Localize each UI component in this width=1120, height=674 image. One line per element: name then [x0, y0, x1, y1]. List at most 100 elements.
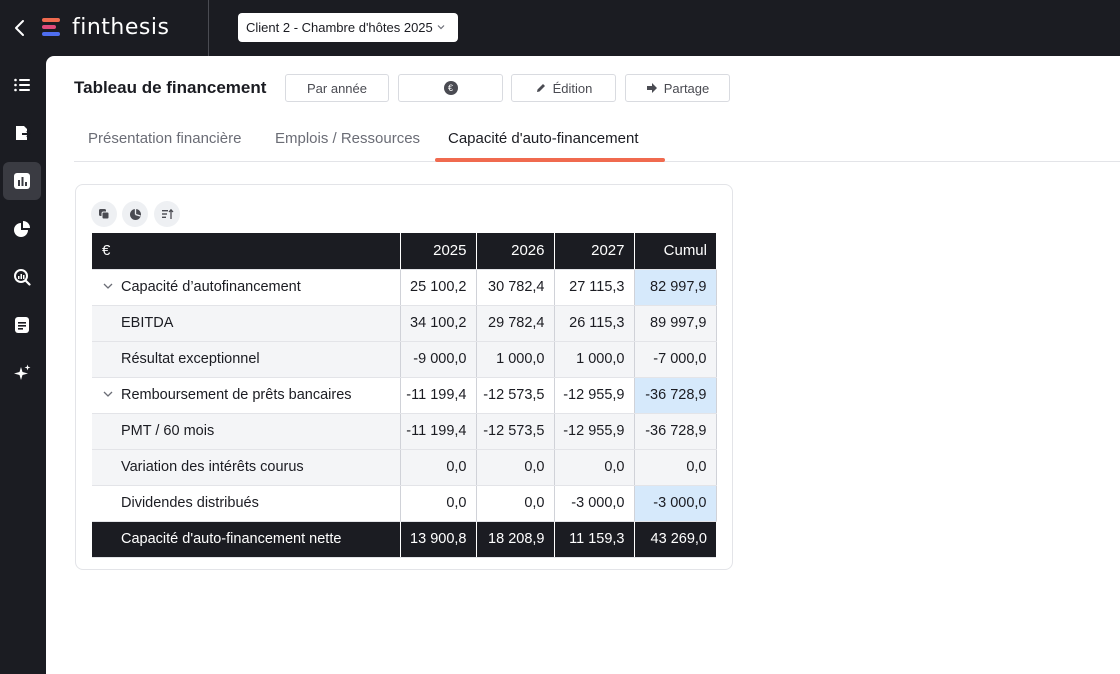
tab-presentation-financiere[interactable]: Présentation financière: [88, 130, 241, 147]
table-cell: 0,0: [476, 449, 555, 486]
table-cell: 34 100,2: [400, 305, 477, 342]
bar-chart-icon: [14, 173, 30, 189]
table-cell-cumul: 0,0: [634, 449, 717, 486]
sidebar-item-export[interactable]: [3, 114, 41, 152]
header-2026[interactable]: 2026: [476, 233, 555, 270]
sparkle-icon: [14, 364, 31, 380]
edit-button[interactable]: Édition: [511, 74, 616, 102]
pie-chart-icon: [14, 221, 30, 237]
pie-chart-icon: [129, 208, 141, 220]
table-total-row: Capacité d'auto-financement nette 13 900…: [92, 521, 716, 558]
table-cell-cumul: -36 728,9: [634, 413, 717, 450]
header-2025[interactable]: 2025: [400, 233, 477, 270]
app-name: finthesis: [72, 15, 170, 40]
header-2027[interactable]: 2027: [554, 233, 635, 270]
table-cell: 1 000,0: [476, 341, 555, 378]
table-cell: 27 115,3: [554, 269, 635, 306]
table-cell: 18 208,9: [476, 521, 555, 558]
active-tab-indicator: [435, 158, 665, 162]
chevron-down-icon[interactable]: [102, 388, 114, 400]
edit-label: Édition: [552, 80, 593, 96]
financing-table: € 2025 2026 2027 Cumul Capacité d’autofi…: [92, 233, 717, 558]
logo-icon: [42, 17, 62, 39]
tab-bar: Présentation financière Emplois / Ressou…: [74, 118, 1120, 162]
table-cell: 1 000,0: [554, 341, 635, 378]
table-cell: 0,0: [554, 449, 635, 486]
main-panel: Tableau de financement Par année € Éditi…: [46, 56, 1120, 674]
table-row: Résultat exceptionnel -9 000,0 1 000,0 1…: [92, 341, 717, 378]
share-button[interactable]: Partage: [625, 74, 730, 102]
back-arrow-icon[interactable]: [10, 17, 30, 39]
share-icon: [646, 83, 657, 93]
table-cell: -12 955,9: [554, 413, 635, 450]
currency-button[interactable]: €: [398, 74, 503, 102]
header-currency: €: [92, 233, 401, 270]
pencil-icon: [536, 84, 545, 92]
page-title: Tableau de financement: [74, 78, 267, 97]
table-row: Remboursement de prêts bancaires -11 199…: [92, 377, 717, 414]
table-cell: 25 100,2: [400, 269, 477, 306]
table-cell-cumul: -7 000,0: [634, 341, 717, 378]
table-cell: 0,0: [400, 449, 477, 486]
document-icon: [15, 317, 29, 333]
client-select[interactable]: Client 2 - Chambre d'hôtes 2025: [238, 13, 458, 42]
table-cell: 29 782,4: [476, 305, 555, 342]
sort-button[interactable]: [154, 201, 180, 227]
row-label: EBITDA: [92, 305, 401, 342]
table-cell: -3 000,0: [554, 485, 635, 522]
top-bar: finthesis Client 2 - Chambre d'hôtes 202…: [0, 0, 1120, 56]
copy-icon: [99, 209, 110, 220]
table-row: Variation des intérêts courus 0,0 0,0 0,…: [92, 449, 717, 486]
table-cell: -11 199,4: [400, 377, 477, 414]
table-cell: -9 000,0: [400, 341, 477, 378]
row-label: PMT / 60 mois: [92, 413, 401, 450]
table-cell: -12 955,9: [554, 377, 635, 414]
sidebar-item-search[interactable]: [3, 258, 41, 296]
per-year-label: Par année: [307, 80, 367, 96]
copy-button[interactable]: [91, 201, 117, 227]
table-row: Dividendes distribués 0,0 0,0 -3 000,0 -…: [92, 485, 717, 522]
currency-icon: €: [443, 81, 458, 95]
table-cell: -12 573,5: [476, 377, 555, 414]
table-cell-cumul: -3 000,0: [634, 485, 717, 522]
tab-capacite-autofinancement[interactable]: Capacité d'auto-financement: [448, 130, 638, 147]
row-label[interactable]: Remboursement de prêts bancaires: [92, 377, 401, 414]
chevron-down-icon[interactable]: [102, 280, 114, 292]
table-cell: 11 159,3: [554, 521, 635, 558]
table-cell-cumul: -36 728,9: [634, 377, 717, 414]
export-icon: [16, 126, 31, 140]
table-row: Capacité d’autofinancement 25 100,2 30 7…: [92, 269, 717, 306]
row-label: Variation des intérêts courus: [92, 449, 401, 486]
per-year-button[interactable]: Par année: [285, 74, 389, 102]
row-label: Résultat exceptionnel: [92, 341, 401, 378]
row-label: Capacité d'auto-financement nette: [92, 521, 401, 558]
tab-emplois-ressources[interactable]: Emplois / Ressources: [275, 130, 420, 147]
app-logo[interactable]: finthesis: [42, 15, 169, 40]
chart-view-button[interactable]: [122, 201, 148, 227]
sidebar-item-ai[interactable]: [3, 354, 41, 392]
chevron-down-icon: [437, 25, 445, 30]
search-chart-icon: [14, 269, 31, 286]
table-cell-cumul: 82 997,9: [634, 269, 717, 306]
share-label: Partage: [663, 80, 710, 96]
client-select-value: Client 2 - Chambre d'hôtes 2025: [246, 20, 433, 35]
row-label: Dividendes distribués: [92, 485, 401, 522]
sidebar-item-report[interactable]: [3, 306, 41, 344]
table-cell: 0,0: [400, 485, 477, 522]
table-cell: -12 573,5: [476, 413, 555, 450]
table-cell: 26 115,3: [554, 305, 635, 342]
sidebar-item-list[interactable]: [3, 66, 41, 104]
list-icon: [14, 78, 30, 92]
table-cell-cumul: 43 269,0: [634, 521, 716, 558]
table-cell: 13 900,8: [400, 521, 477, 558]
table-cell: 30 782,4: [476, 269, 555, 306]
sidebar: [0, 56, 46, 674]
table-row: EBITDA 34 100,2 29 782,4 26 115,3 89 997…: [92, 305, 717, 342]
table-cell: 0,0: [476, 485, 555, 522]
sidebar-item-financing[interactable]: [3, 162, 41, 200]
row-label[interactable]: Capacité d’autofinancement: [92, 269, 401, 306]
table-card: € 2025 2026 2027 Cumul Capacité d’autofi…: [75, 184, 733, 570]
header-cumul[interactable]: Cumul: [634, 233, 716, 270]
sort-icon: [161, 208, 173, 219]
sidebar-item-analysis[interactable]: [3, 210, 41, 248]
